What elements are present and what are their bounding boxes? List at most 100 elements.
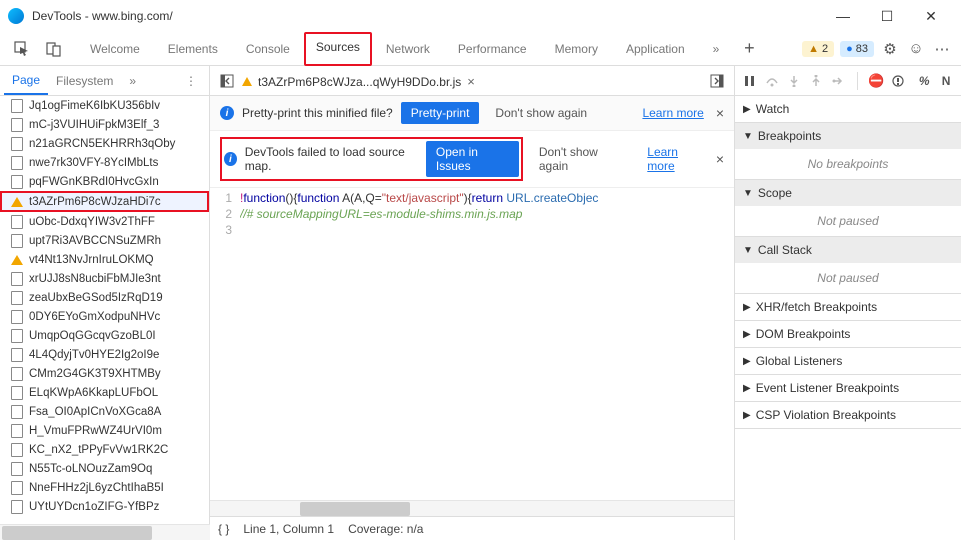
file-tree-item[interactable]: 4L4QdyjTv0HYE2Ig2oI9e: [0, 345, 209, 364]
code-editor[interactable]: 123 !function(){function A(A,Q="text/jav…: [210, 188, 734, 500]
page-tab[interactable]: Page: [4, 67, 48, 95]
minimize-button[interactable]: —: [821, 1, 865, 31]
file-tree-item[interactable]: Jq1ogFimeK6IbKU356bIv: [0, 96, 209, 115]
more-nav-icon[interactable]: »: [121, 68, 144, 94]
file-tree-item[interactable]: 0DY6EYoGmXodpuNHVc: [0, 307, 209, 326]
tab-welcome[interactable]: Welcome: [76, 32, 154, 66]
file-tree-item[interactable]: UYtUYDcn1oZIFG-YfBPz: [0, 497, 209, 516]
xhr-breakpoints-section[interactable]: ▶XHR/fetch Breakpoints: [735, 294, 961, 320]
file-tree-item[interactable]: n21aGRCN5EKHRRh3qOby: [0, 134, 209, 153]
csp-violation-section[interactable]: ▶CSP Violation Breakpoints: [735, 402, 961, 428]
step-over-icon[interactable]: [763, 75, 781, 87]
file-tree-item[interactable]: N55Tc-oLNOuzZam9Oq: [0, 459, 209, 478]
file-tree-item[interactable]: zeaUbxBeGSod5IzRqD19: [0, 288, 209, 307]
learn-more-link[interactable]: Learn more: [642, 106, 703, 120]
file-tree-item[interactable]: H_VmuFPRwWZ4UrVI0m: [0, 421, 209, 440]
file-tree-item[interactable]: upt7Ri3AVBCCNSuZMRh: [0, 231, 209, 250]
file-tree-item[interactable]: NneFHHz2jL6yzChtIhaB5I: [0, 478, 209, 497]
file-tree-item[interactable]: mC-j3VUIHUiFpkM3Elf_3: [0, 115, 209, 134]
navigator-tabs: Page Filesystem » ⋮: [0, 66, 209, 96]
device-toggle-icon[interactable]: [42, 37, 66, 61]
pretty-print-banner: i Pretty-print this minified file? Prett…: [210, 96, 734, 131]
tab-elements[interactable]: Elements: [154, 32, 232, 66]
document-icon: [10, 500, 24, 514]
pause-exceptions-icon[interactable]: [889, 75, 907, 87]
file-tree-item[interactable]: xrUJJ8sN8ucbiFbMJIe3nt: [0, 269, 209, 288]
editor-h-scrollbar[interactable]: [210, 500, 734, 516]
pause-icon[interactable]: [741, 75, 759, 87]
file-tree-item[interactable]: KC_nX2_tPPyFvVw1RK2C: [0, 440, 209, 459]
braces-icon[interactable]: { }: [218, 522, 229, 536]
nav-kebab-icon[interactable]: ⋮: [177, 68, 205, 94]
debugger-settings-icon[interactable]: N: [937, 74, 955, 88]
more-tabs-icon[interactable]: »: [699, 32, 734, 66]
file-tree-item[interactable]: UmqpOqGGcqvGzoBL0I: [0, 326, 209, 345]
open-issues-button[interactable]: Open in Issues: [426, 141, 519, 177]
editor-tab-file[interactable]: t3AZrPm6P8cWJza...qWyH9DDo.br.js ×: [238, 68, 479, 93]
dom-breakpoints-section[interactable]: ▶DOM Breakpoints: [735, 321, 961, 347]
file-name: pqFWGnKBRdI0HvcGxIn: [29, 176, 159, 188]
dismiss-pretty-button[interactable]: Don't show again: [487, 102, 595, 124]
deactivate-breakpoints-icon[interactable]: ⛔: [867, 73, 885, 89]
file-tree-item[interactable]: uObc-DdxqYIW3v2ThFF: [0, 212, 209, 231]
tab-network[interactable]: Network: [372, 32, 444, 66]
sourcemap-banner: i DevTools failed to load source map. Op…: [210, 131, 734, 188]
gear-icon[interactable]: ⚙: [877, 40, 903, 58]
message-badge[interactable]: ●83: [840, 41, 874, 57]
close-banner-icon[interactable]: ×: [716, 151, 724, 167]
watch-section[interactable]: ▶Watch: [735, 96, 961, 122]
dismiss-sourcemap-button[interactable]: Don't show again: [531, 141, 631, 177]
event-listener-section[interactable]: ▶Event Listener Breakpoints: [735, 375, 961, 401]
callstack-section[interactable]: ▼Call Stack: [735, 237, 961, 263]
inspect-element-icon[interactable]: [10, 37, 34, 61]
file-tree-item[interactable]: pqFWGnKBRdI0HvcGxIn: [0, 172, 209, 191]
kebab-icon[interactable]: ⋯: [929, 40, 955, 58]
file-tree-item[interactable]: vt4Nt13NvJrnIruLOKMQ: [0, 250, 209, 269]
window-title: DevTools - www.bing.com/: [32, 9, 173, 23]
global-listeners-section[interactable]: ▶Global Listeners: [735, 348, 961, 374]
file-name: upt7Ri3AVBCCNSuZMRh: [29, 235, 161, 247]
document-icon: [10, 367, 24, 381]
line-numbers: 123: [210, 190, 240, 500]
toggle-navigator-icon[interactable]: [216, 74, 238, 88]
file-tree-item[interactable]: t3AZrPm6P8cWJzaHDi7c: [0, 191, 209, 212]
file-name: n21aGRCN5EKHRRh3qOby: [29, 138, 175, 150]
document-icon: [10, 329, 24, 343]
navigator-h-scrollbar[interactable]: [0, 524, 210, 540]
tab-application[interactable]: Application: [612, 32, 699, 66]
file-name: vt4Nt13NvJrnIruLOKMQ: [29, 254, 154, 266]
maximize-button[interactable]: ☐: [865, 1, 909, 31]
learn-more-link[interactable]: Learn more: [647, 145, 704, 173]
step-out-icon[interactable]: [807, 75, 825, 87]
file-tree-item[interactable]: nwe7rk30VFY-8YcIMbLts: [0, 153, 209, 172]
filesystem-tab[interactable]: Filesystem: [48, 68, 121, 94]
sourcemap-icon[interactable]: %: [915, 74, 933, 88]
navigator-panel: Page Filesystem » ⋮ Jq1ogFimeK6IbKU356bI…: [0, 66, 210, 540]
file-tree[interactable]: Jq1ogFimeK6IbKU356bIvmC-j3VUIHUiFpkM3Elf…: [0, 96, 209, 540]
tab-console[interactable]: Console: [232, 32, 304, 66]
tab-performance[interactable]: Performance: [444, 32, 541, 66]
step-icon[interactable]: [829, 75, 847, 87]
scope-section[interactable]: ▼Scope: [735, 180, 961, 206]
feedback-icon[interactable]: ☺: [903, 40, 929, 57]
toggle-debugger-icon[interactable]: [706, 74, 728, 88]
close-banner-icon[interactable]: ×: [716, 105, 724, 121]
file-name: 4L4QdyjTv0HYE2Ig2oI9e: [29, 349, 159, 361]
pretty-print-button[interactable]: Pretty-print: [401, 102, 480, 124]
new-tab-icon[interactable]: +: [737, 37, 761, 61]
breakpoints-section[interactable]: ▼Breakpoints: [735, 123, 961, 149]
file-tree-item[interactable]: Fsa_OI0ApICnVoXGca8A: [0, 402, 209, 421]
tab-sources[interactable]: Sources: [304, 32, 372, 66]
warning-badge[interactable]: ▲2: [802, 41, 834, 57]
file-tree-item[interactable]: CMm2G4GK3T9XHTMBy: [0, 364, 209, 383]
close-tab-icon[interactable]: ×: [467, 74, 475, 89]
file-tree-item[interactable]: ELqKWpA6KkapLUFbOL: [0, 383, 209, 402]
tab-memory[interactable]: Memory: [541, 32, 612, 66]
debugger-toolbar: ⛔ % N: [735, 66, 961, 96]
document-icon: [10, 234, 24, 248]
close-window-button[interactable]: ✕: [909, 1, 953, 31]
step-into-icon[interactable]: [785, 75, 803, 87]
info-icon: i: [224, 152, 237, 166]
document-icon: [10, 443, 24, 457]
file-name: NneFHHz2jL6yzChtIhaB5I: [29, 482, 164, 494]
